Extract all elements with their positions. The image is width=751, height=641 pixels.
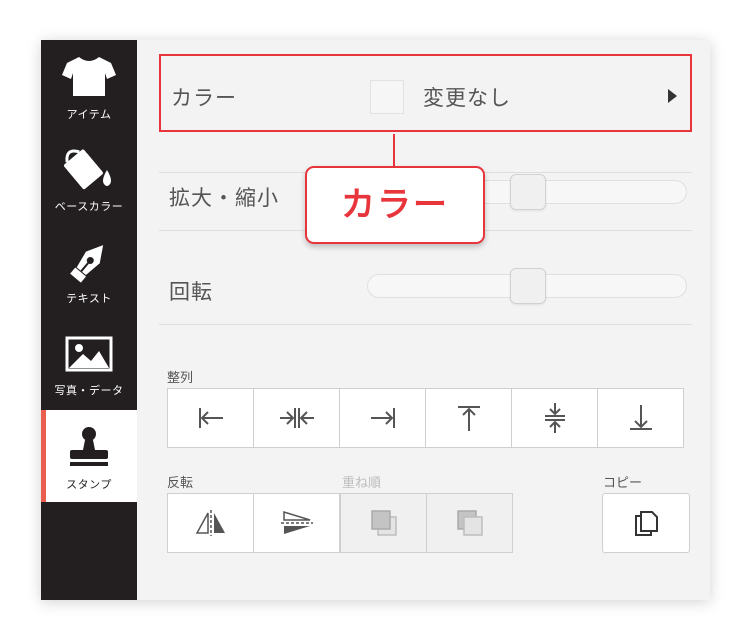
- editor-panel: アイテム ベースカラー テキスト 写真・データ スタンプ カラー 変更なし 拡大…: [41, 40, 710, 600]
- bring-forward-icon: [370, 510, 397, 536]
- callout-label: カラー: [305, 166, 485, 244]
- sidebar-item-item[interactable]: アイテム: [41, 40, 137, 132]
- divider: [159, 324, 692, 325]
- color-row[interactable]: カラー 変更なし: [159, 54, 692, 132]
- rotate-slider[interactable]: [367, 268, 687, 304]
- scale-slider-thumb[interactable]: [510, 174, 546, 210]
- align-top-icon: [457, 406, 480, 431]
- sidebar-item-text[interactable]: テキスト: [41, 224, 137, 316]
- align-left-button[interactable]: [167, 388, 254, 448]
- copy-icon: [635, 511, 658, 536]
- rotate-label: 回転: [169, 280, 213, 304]
- align-bottom-button[interactable]: [597, 388, 684, 448]
- sidebar-item-label: アイテム: [66, 108, 112, 121]
- pen-nib-icon: [70, 245, 104, 283]
- align-left-icon: [198, 408, 223, 428]
- order-label: 重ね順: [342, 476, 382, 491]
- align-center-vertical-button[interactable]: [511, 388, 598, 448]
- align-right-icon: [370, 408, 395, 428]
- properties-panel: カラー 変更なし 拡大・縮小 回転 カラー 整列 反転 重ね順 コピー: [137, 40, 710, 600]
- flip-vertical-button[interactable]: [253, 493, 340, 553]
- order-button-group: [340, 493, 513, 553]
- send-backward-icon: [456, 510, 483, 536]
- align-button-group: [167, 388, 684, 448]
- sidebar-item-label: ベースカラー: [54, 200, 124, 213]
- align-center-horizontal-icon: [279, 408, 314, 428]
- sidebar-item-stamp[interactable]: スタンプ: [41, 410, 137, 502]
- sidebar-item-label: 写真・データ: [54, 384, 124, 397]
- color-swatch[interactable]: [370, 80, 404, 114]
- color-value: 変更なし: [423, 86, 511, 110]
- copy-button[interactable]: [602, 493, 690, 553]
- stamp-icon: [70, 427, 108, 466]
- paint-bucket-icon: [64, 149, 111, 190]
- flip-label: 反転: [167, 476, 194, 491]
- bring-forward-button[interactable]: [340, 493, 427, 553]
- flip-button-group: [167, 493, 340, 553]
- rotate-slider-thumb[interactable]: [510, 268, 546, 304]
- flip-vertical-icon: [280, 510, 313, 534]
- align-right-button[interactable]: [339, 388, 426, 448]
- sidebar-item-label: テキスト: [66, 292, 112, 305]
- align-center-vertical-icon: [544, 403, 565, 433]
- align-center-horizontal-button[interactable]: [253, 388, 340, 448]
- chevron-right-icon: [668, 89, 677, 103]
- copy-label: コピー: [603, 476, 643, 491]
- image-icon: [65, 336, 113, 372]
- scale-label: 拡大・縮小: [169, 186, 279, 210]
- send-backward-button[interactable]: [426, 493, 513, 553]
- flip-horizontal-icon: [195, 510, 225, 536]
- sidebar: アイテム ベースカラー テキスト 写真・データ スタンプ: [41, 40, 137, 600]
- align-top-button[interactable]: [425, 388, 512, 448]
- color-label: カラー: [171, 86, 237, 110]
- flip-horizontal-button[interactable]: [167, 493, 254, 553]
- callout-connector: [393, 134, 395, 166]
- align-label: 整列: [167, 371, 194, 386]
- sidebar-item-label: スタンプ: [66, 478, 112, 491]
- sidebar-item-base-color[interactable]: ベースカラー: [41, 132, 137, 224]
- align-bottom-icon: [629, 405, 652, 430]
- tshirt-icon: [62, 57, 116, 96]
- sidebar-item-photo-data[interactable]: 写真・データ: [41, 316, 137, 408]
